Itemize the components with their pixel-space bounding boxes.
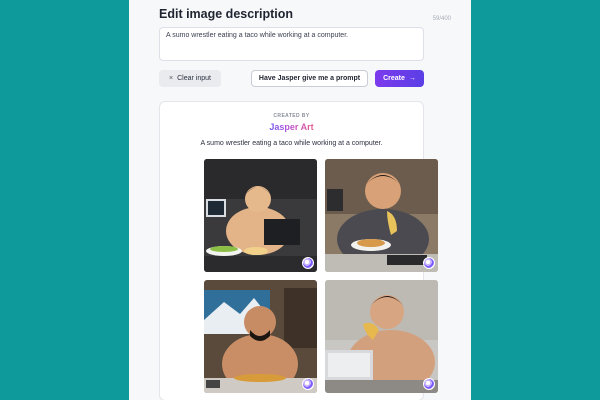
brand-name: Jasper Art xyxy=(269,122,314,132)
jasper-badge-icon xyxy=(302,378,314,390)
description-input[interactable]: A sumo wrestler eating a taco while work… xyxy=(159,27,424,61)
clear-input-label: Clear input xyxy=(177,75,211,82)
generate-prompt-button[interactable]: Have Jasper give me a prompt xyxy=(251,70,368,87)
created-by-label: CREATED BY xyxy=(273,113,310,119)
generated-image-2[interactable] xyxy=(325,159,438,272)
jasper-badge-icon xyxy=(302,257,314,269)
generated-image-1[interactable] xyxy=(204,159,317,272)
generated-image-3[interactable] xyxy=(204,280,317,393)
jasper-badge-icon xyxy=(423,257,435,269)
generated-image-4[interactable] xyxy=(325,280,438,393)
result-caption: A sumo wrestler eating a taco while work… xyxy=(200,140,383,147)
create-label: Create xyxy=(383,75,405,82)
editor-panel: Edit image description 59/400 A sumo wre… xyxy=(129,0,471,400)
create-button[interactable]: Create → xyxy=(375,70,424,87)
clear-input-button[interactable]: × Clear input xyxy=(159,70,221,87)
brand-logo: Jasper Art xyxy=(160,122,423,132)
jasper-badge-icon xyxy=(423,378,435,390)
char-counter: 59/400 xyxy=(432,16,451,22)
close-icon: × xyxy=(169,75,174,82)
page-title: Edit image description xyxy=(159,7,294,21)
generate-prompt-label: Have Jasper give me a prompt xyxy=(258,75,361,82)
arrow-right-icon: → xyxy=(408,75,416,82)
results-card: CREATED BY Jasper Art A sumo wrestler ea… xyxy=(159,101,438,400)
